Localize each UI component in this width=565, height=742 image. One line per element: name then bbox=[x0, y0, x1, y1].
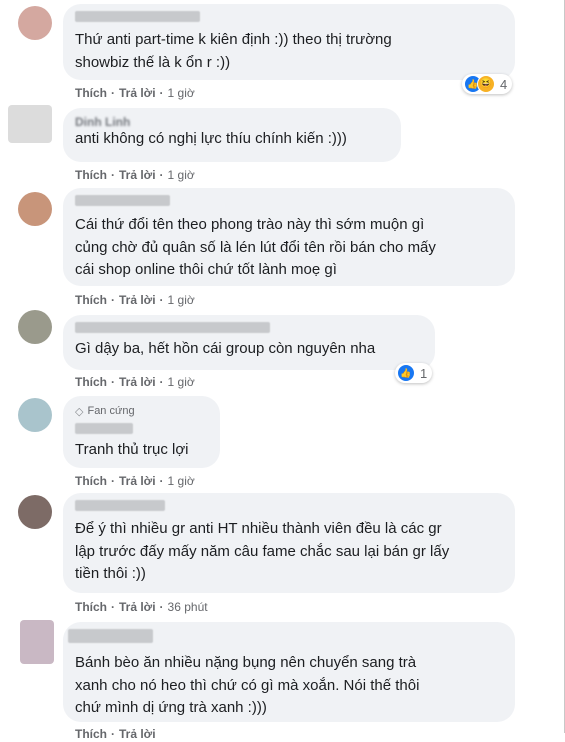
comment-actions: Thích · Trả lời · 1 giờ bbox=[75, 86, 195, 100]
reply-link[interactable]: Trả lời bbox=[119, 727, 156, 741]
reply-link[interactable]: Trả lời bbox=[119, 375, 156, 389]
timestamp[interactable]: 36 phút bbox=[168, 600, 208, 614]
fan-badge-label: Fan cứng bbox=[87, 405, 135, 417]
comment-bubble: ◇ Fan cứng Tranh thủ trục lợi bbox=[63, 396, 220, 468]
timestamp[interactable]: 1 giờ bbox=[168, 86, 195, 100]
blurred-name bbox=[75, 500, 165, 511]
avatar[interactable] bbox=[18, 192, 52, 226]
timestamp[interactable]: 1 giờ bbox=[168, 168, 195, 182]
comment-text: Gì dậy ba, hết hồn cái group còn nguyên … bbox=[75, 340, 376, 357]
comment-text: anti không có nghị lực thíu chính kiến :… bbox=[75, 130, 347, 147]
blurred-name bbox=[75, 195, 170, 206]
avatar[interactable] bbox=[18, 6, 52, 40]
comment-actions: Thích · Trả lời · 1 giờ bbox=[75, 375, 195, 389]
comment-text: Bánh bèo ăn nhiều nặng bụng nên chuyển s… bbox=[75, 654, 420, 716]
fan-badge: ◇ Fan cứng bbox=[75, 404, 208, 418]
comment-bubble: Gì dậy ba, hết hồn cái group còn nguyên … bbox=[63, 315, 435, 370]
blurred-name bbox=[75, 423, 133, 434]
like-link[interactable]: Thích bbox=[75, 474, 107, 488]
blurred-name bbox=[75, 322, 270, 333]
avatar[interactable] bbox=[8, 105, 52, 143]
avatar[interactable] bbox=[18, 310, 52, 344]
comment-text: Để ý thì nhiều gr anti HT nhiều thành vi… bbox=[75, 520, 450, 582]
comment-text: Tranh thủ trục lợi bbox=[75, 441, 189, 458]
like-link[interactable]: Thích bbox=[75, 375, 107, 389]
reply-link[interactable]: Trả lời bbox=[119, 293, 156, 307]
like-link[interactable]: Thích bbox=[75, 727, 107, 741]
comment-bubble: Thứ anti part-time k kiên định :)) theo … bbox=[63, 4, 515, 80]
comment-text: Thứ anti part-time k kiên định :)) theo … bbox=[75, 31, 392, 71]
haha-icon: 😆 bbox=[477, 75, 495, 93]
comment-actions: Thích · Trả lời bbox=[75, 727, 156, 741]
reply-link[interactable]: Trả lời bbox=[119, 474, 156, 488]
timestamp[interactable]: 1 giờ bbox=[168, 375, 195, 389]
comment-actions: Thích · Trả lời · 1 giờ bbox=[75, 168, 195, 182]
diamond-icon: ◇ bbox=[75, 405, 84, 418]
commenter-name[interactable]: Dinh Linh bbox=[75, 116, 389, 128]
reaction-count: 4 bbox=[500, 76, 508, 92]
comment-bubble: Dinh Linh anti không có nghị lực thíu ch… bbox=[63, 108, 401, 162]
comment-actions: Thích · Trả lời · 1 giờ bbox=[75, 293, 195, 307]
reply-link[interactable]: Trả lời bbox=[119, 600, 156, 614]
blurred-name bbox=[75, 11, 200, 22]
reaction-summary[interactable]: 👍 😆 4 bbox=[462, 74, 513, 94]
comment-bubble: Bánh bèo ăn nhiều nặng bụng nên chuyển s… bbox=[63, 622, 515, 722]
like-link[interactable]: Thích bbox=[75, 168, 107, 182]
like-link[interactable]: Thích bbox=[75, 86, 107, 100]
reaction-count: 1 bbox=[420, 365, 428, 381]
comment-bubble: Để ý thì nhiều gr anti HT nhiều thành vi… bbox=[63, 493, 515, 593]
avatar[interactable] bbox=[18, 495, 52, 529]
comment-text: Cái thứ đổi tên theo phong trào này thì … bbox=[75, 216, 436, 278]
like-link[interactable]: Thích bbox=[75, 293, 107, 307]
timestamp[interactable]: 1 giờ bbox=[168, 293, 195, 307]
reply-link[interactable]: Trả lời bbox=[119, 168, 156, 182]
comment-actions: Thích · Trả lời · 36 phút bbox=[75, 600, 208, 614]
avatar[interactable] bbox=[18, 398, 52, 432]
avatar[interactable] bbox=[20, 620, 54, 664]
comment-bubble: Cái thứ đổi tên theo phong trào này thì … bbox=[63, 188, 515, 286]
like-icon: 👍 bbox=[397, 364, 415, 382]
like-link[interactable]: Thích bbox=[75, 600, 107, 614]
reply-link[interactable]: Trả lời bbox=[119, 86, 156, 100]
timestamp[interactable]: 1 giờ bbox=[168, 474, 195, 488]
blurred-name bbox=[68, 629, 153, 643]
comment-actions: Thích · Trả lời · 1 giờ bbox=[75, 474, 195, 488]
reaction-summary[interactable]: 👍 1 bbox=[395, 363, 433, 383]
